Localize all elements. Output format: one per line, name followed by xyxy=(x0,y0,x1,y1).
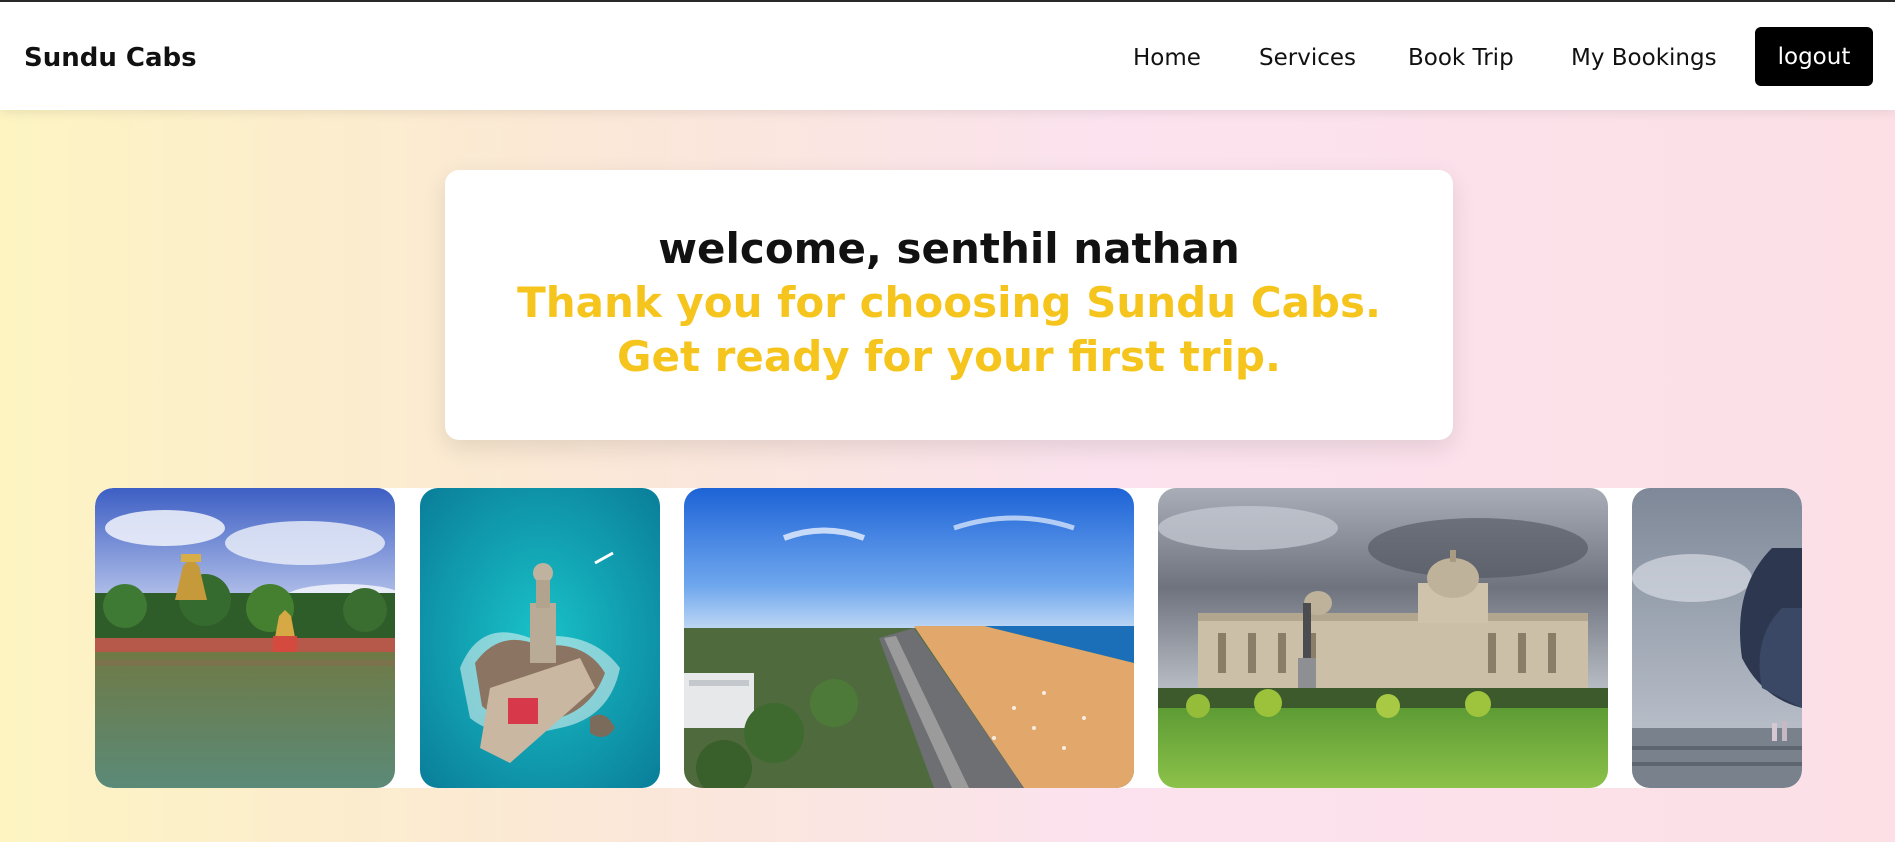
nav-book-trip-link[interactable]: Book Trip xyxy=(1408,45,1514,71)
welcome-card: welcome, senthil nathan Thank you for ch… xyxy=(445,170,1453,440)
palace-building-photo xyxy=(1158,488,1608,788)
brand-logo[interactable]: Sundu Cabs xyxy=(24,43,197,73)
nav-my-bookings-link[interactable]: My Bookings xyxy=(1571,45,1717,71)
nav-services-link[interactable]: Services xyxy=(1259,45,1356,71)
image-gallery xyxy=(95,488,1802,788)
temple-tank-photo xyxy=(95,488,395,788)
welcome-message: Thank you for choosing Sundu Cabs. Get r… xyxy=(517,278,1381,381)
statue-photo xyxy=(1632,488,1802,788)
nav-home-link[interactable]: Home xyxy=(1133,45,1201,71)
island-memorial-photo xyxy=(420,488,660,788)
welcome-title: welcome, senthil nathan xyxy=(658,224,1240,273)
beach-city-photo xyxy=(684,488,1134,788)
navbar: Sundu Cabs Home Services Book Trip My Bo… xyxy=(0,2,1895,110)
logout-button[interactable]: logout xyxy=(1755,27,1873,86)
